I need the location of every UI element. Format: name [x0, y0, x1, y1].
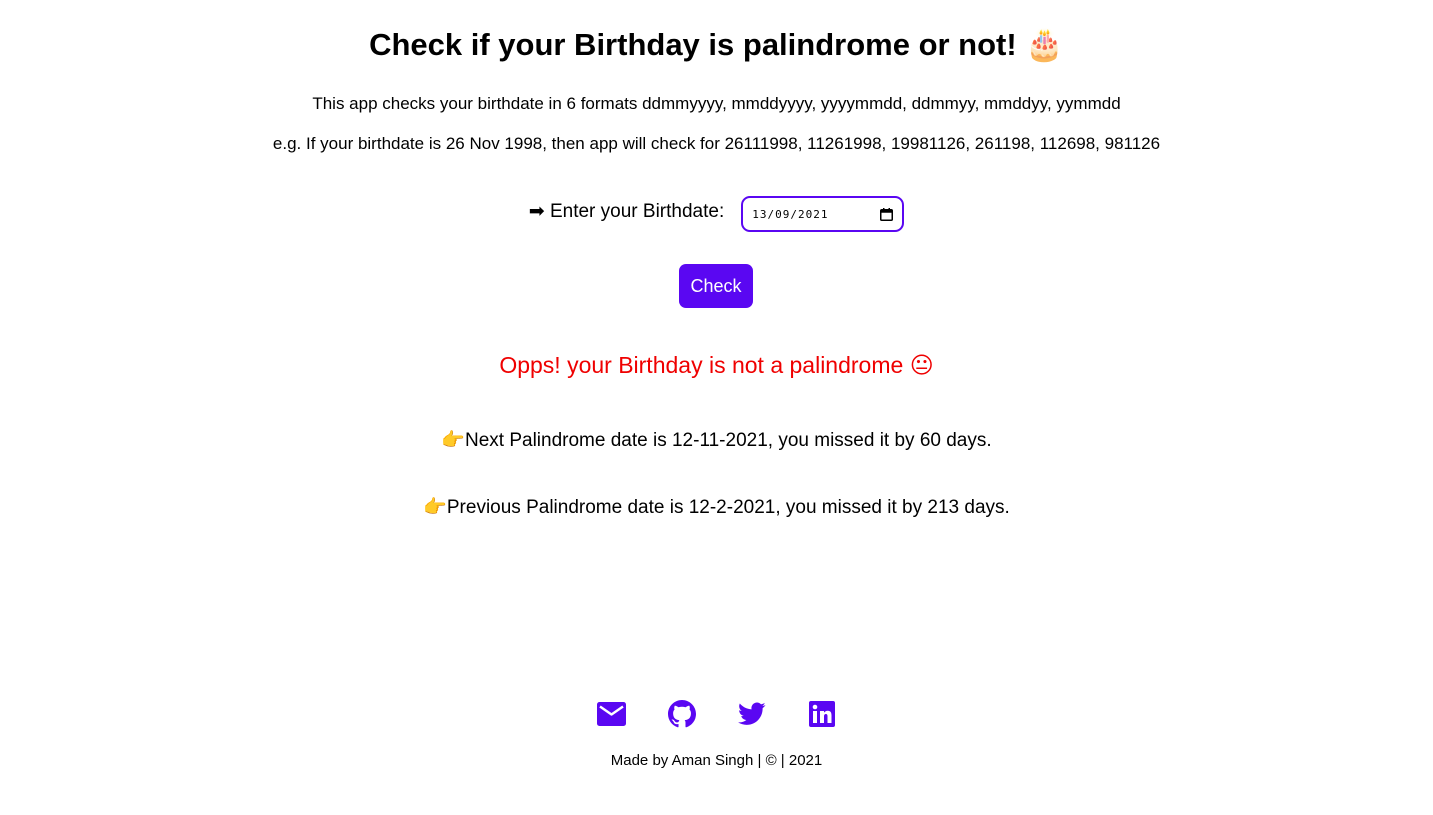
cake-icon: 🎂 — [1025, 27, 1064, 63]
example-description: e.g. If your birthdate is 26 Nov 1998, t… — [272, 134, 1161, 153]
result-message: Opps! your Birthday is not a palindrome … — [0, 350, 1433, 381]
page-title: Check if your Birthday is palindrome or … — [0, 26, 1433, 64]
linkedin-icon — [808, 701, 835, 727]
birthdate-value: 13/09/2021 — [752, 207, 829, 221]
birthdate-input[interactable]: 13/09/2021 — [741, 196, 905, 232]
pointing-hand-icon: 👉 — [423, 496, 447, 518]
birthdate-row: ➡ Enter your Birthdate: 13/09/2021 — [0, 196, 1433, 232]
previous-palindrome-text: Previous Palindrome date is 12-2-2021, y… — [446, 497, 1010, 518]
pointing-hand-icon: 👉 — [441, 429, 465, 451]
next-palindrome-info: 👉Next Palindrome date is 12-11-2021, you… — [0, 427, 1433, 454]
format-description: This app checks your birthdate in 6 form… — [312, 94, 1121, 113]
twitter-icon — [737, 702, 766, 725]
linkedin-link[interactable] — [787, 698, 857, 730]
github-link[interactable] — [647, 698, 717, 730]
twitter-link[interactable] — [717, 698, 787, 730]
social-links — [0, 698, 1433, 730]
github-icon — [667, 700, 696, 728]
previous-palindrome-info: 👉Previous Palindrome date is 12-2-2021, … — [0, 494, 1433, 521]
calendar-icon[interactable] — [880, 207, 894, 221]
footer-credit: Made by Aman Singh | © | 2021 — [610, 752, 823, 769]
result-text: Opps! your Birthday is not a palindrome — [499, 352, 904, 378]
right-arrow-icon: ➡ — [528, 199, 545, 222]
page: Check if your Birthday is palindrome or … — [0, 0, 1433, 815]
birthdate-label-text: Enter your Birthdate: — [549, 200, 725, 222]
next-palindrome-text: Next Palindrome date is 12-11-2021, you … — [465, 430, 992, 451]
title-text: Check if your Birthday is palindrome or … — [369, 27, 1017, 62]
mail-link[interactable] — [577, 698, 647, 730]
neutral-face-icon: 😐 — [909, 353, 934, 379]
check-button[interactable]: Check — [679, 264, 753, 308]
mail-icon — [597, 702, 626, 726]
birthdate-label: ➡ Enter your Birthdate: — [529, 196, 724, 227]
